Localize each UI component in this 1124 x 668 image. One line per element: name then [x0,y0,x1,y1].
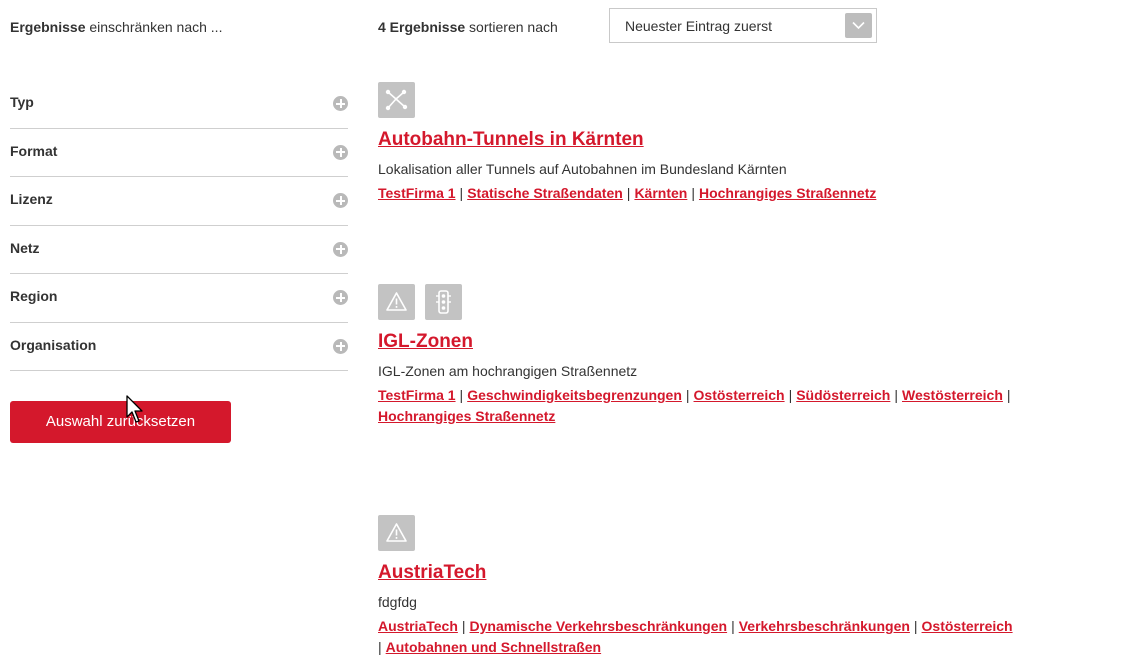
filter-organisation[interactable]: Organisation [10,323,348,371]
filter-header-bold: Ergebnisse [10,19,86,35]
filter-label: Lizenz [10,191,53,207]
plus-icon[interactable] [333,193,348,208]
tag-link[interactable]: Verkehrsbeschränkungen [739,618,910,634]
result-icons [378,284,1118,320]
result-item: AustriaTech fdgfdg AustriaTech | Dynamisch… [378,515,1118,658]
result-description: Lokalisation aller Tunnels auf Autobahne… [378,161,787,177]
tag-link[interactable]: Westösterreich [902,387,1003,403]
result-tags: AustriaTech | Dynamische Verkehrsbeschränk… [378,618,1013,655]
network-icon [378,82,415,118]
tag-link[interactable]: Hochrangiges Straßennetz [699,185,876,201]
sort-label: sortieren nach [469,19,558,35]
result-tags: TestFirma 1 | Geschwindigkeitsbegrenzungen… [378,387,1011,424]
result-description: fdgfdg [378,594,417,610]
result-title[interactable]: IGL-Zonen [378,331,473,353]
tag-link[interactable]: Autobahnen und Schnellstraßen [386,639,601,655]
filter-label: Organisation [10,336,97,353]
filter-label: Typ [10,94,34,110]
result-count: 4 Ergebnisse sortieren nach [378,19,558,35]
tag-link[interactable]: Hochrangiges Straßennetz [378,408,555,424]
tag-link[interactable]: Ostösterreich [694,387,785,403]
filter-region[interactable]: Region [10,274,348,323]
filter-list: Typ Format Lizenz Netz Region Organisati… [10,80,348,371]
filter-label: Region [10,288,58,304]
plus-icon[interactable] [333,338,348,354]
result-item: Autobahn-Tunnels in Kärnten Lokalisation… [378,82,1118,204]
result-description: IGL-Zonen am hochrangigen Straßennetz [378,363,638,379]
filter-format[interactable]: Format [10,129,348,177]
sort-select[interactable]: Neuester Eintrag zuerst [609,8,877,43]
plus-icon[interactable] [333,96,348,111]
result-icons [378,515,1118,551]
tag-link[interactable]: TestFirma 1 [378,185,456,201]
filter-header: Ergebnisse einschränken nach ... [10,19,222,35]
filter-label: Format [10,142,58,159]
result-tags: TestFirma 1 | Statische Straßendaten | Kärnt… [378,185,877,201]
result-count-number: 4 Ergebnisse [378,19,466,35]
result-title[interactable]: Autobahn-Tunnels in Kärnten [378,129,644,151]
tag-link[interactable]: TestFirma 1 [378,387,456,403]
filter-typ[interactable]: Typ [10,80,348,129]
warning-icon [378,515,415,551]
sort-select-value: Neuester Eintrag zuerst [625,18,773,34]
plus-icon[interactable] [333,144,348,160]
reset-selection-button[interactable]: Auswahl zurücksetzen [10,401,231,443]
tag-link[interactable]: Kärnten [634,185,687,201]
plus-icon[interactable] [333,290,348,305]
chevron-down-icon[interactable] [845,13,872,38]
filter-header-text: einschränken nach ... [89,19,223,35]
tag-link[interactable]: Südösterreich [796,387,890,403]
tag-link[interactable]: AustriaTech [378,618,458,634]
traffic-light-icon [425,284,462,320]
plus-icon[interactable] [333,241,348,257]
tag-link[interactable]: Ostösterreich [922,618,1013,634]
result-icons [378,82,1118,118]
tag-link[interactable]: Geschwindigkeitsbegrenzungen [467,387,682,403]
filter-netz[interactable]: Netz [10,226,348,274]
filter-lizenz[interactable]: Lizenz [10,177,348,226]
warning-icon [378,284,415,320]
filter-label: Netz [10,239,40,256]
result-title[interactable]: AustriaTech [378,562,486,584]
result-item: IGL-Zonen IGL-Zonen am hochrangigen Stra… [378,284,1118,427]
tag-link[interactable]: Dynamische Verkehrsbeschränkungen [470,618,728,634]
tag-link[interactable]: Statische Straßendaten [467,185,623,201]
